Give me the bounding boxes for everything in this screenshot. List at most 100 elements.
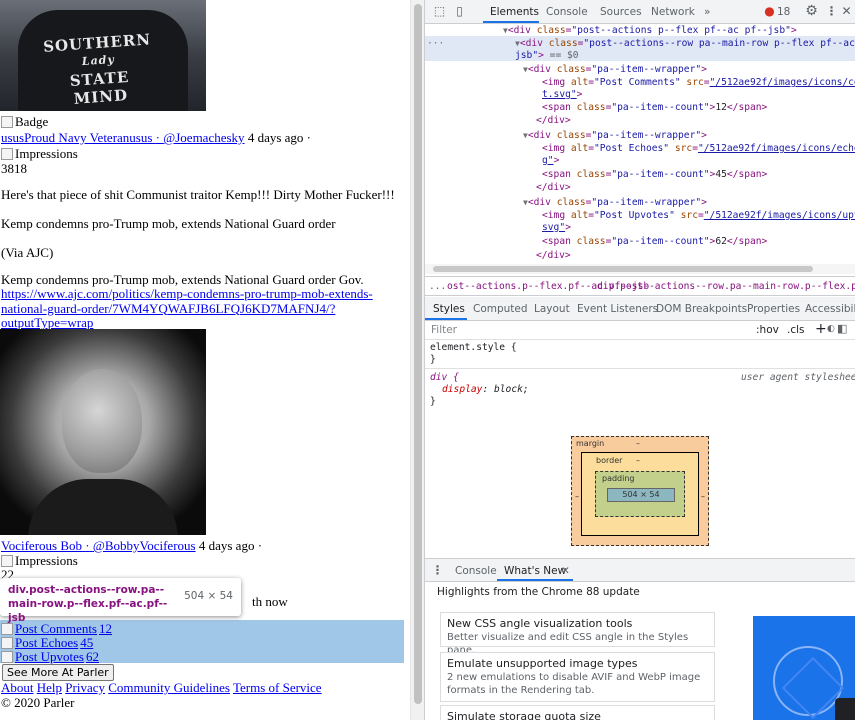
article-link[interactable]: https://www.ajc.com/politics/kemp-condem… xyxy=(1,286,373,331)
post-image-shirt[interactable]: SOUTHERN Lady STATE MIND xyxy=(0,0,206,111)
see-more-button[interactable]: See More At Parler xyxy=(2,664,114,681)
ua-rule-declaration[interactable]: display: block; xyxy=(442,384,529,396)
styles-filter-bar: Filter :hov .cls + ◐ ◧ xyxy=(425,320,855,340)
dom-node-selected[interactable]: ▼<div class="post--actions--row pa--main… xyxy=(515,38,855,50)
dom-item-close-3: </div> xyxy=(536,250,571,261)
webpage-viewport: SOUTHERN Lady STATE MIND Badge ususProud… xyxy=(0,0,410,720)
broken-image-icon xyxy=(1,555,13,567)
portrait-head xyxy=(62,369,142,473)
tab-elements[interactable]: Elements xyxy=(490,6,539,18)
dom-item-wrapper-1[interactable]: ▼<div class="pa--item--wrapper"> xyxy=(523,64,707,76)
dom-item-close-2: </div> xyxy=(536,182,571,193)
breadcrumb-current[interactable]: div.post--actions--row.pa--main-row.p--f… xyxy=(597,281,855,292)
drawer-menu-icon[interactable]: ⋮ xyxy=(431,564,444,577)
dom-item-img-3-cont: svg"> xyxy=(542,222,571,233)
breadcrumb: ... ost--actions.p--flex.pf--ac.pf--jsb … xyxy=(425,276,855,296)
color-format-icon[interactable]: ◐ xyxy=(827,324,835,334)
tab-layout[interactable]: Layout xyxy=(534,303,570,315)
whats-new-panel: Highlights from the Chrome 88 update New… xyxy=(425,582,855,720)
issues-icon[interactable]: ● xyxy=(763,5,776,18)
tooltip-selector: div.post--actions--row.pa--main-row.p--f… xyxy=(8,584,168,624)
dom-selected-dots[interactable]: ··· xyxy=(427,38,444,50)
ua-rule-selector[interactable]: div { xyxy=(430,372,459,384)
devtools-panel: ⬚ ▯ Elements Console Sources Network » ●… xyxy=(424,0,855,720)
styles-subtabbar: Styles Computed Layout Event Listeners D… xyxy=(425,297,855,321)
dom-item-img-3[interactable]: <img alt="Post Upvotes" src="/512ae92f/i… xyxy=(542,210,855,222)
badge-image-broken: Badge xyxy=(1,114,48,130)
tab-computed[interactable]: Computed xyxy=(473,303,528,315)
inspect-element-icon[interactable]: ⬚ xyxy=(433,5,446,18)
echo-icon xyxy=(1,637,13,649)
dom-item-img-2[interactable]: <img alt="Post Echoes" src="/512ae92f/im… xyxy=(542,143,855,155)
dom-scrollbar-thumb[interactable] xyxy=(433,266,813,272)
cls-toggle[interactable]: .cls xyxy=(787,324,805,336)
issues-count[interactable]: 18 xyxy=(777,6,790,18)
dom-item-wrapper-2[interactable]: ▼<div class="pa--item--wrapper"> xyxy=(523,130,707,142)
box-model-right-dash: – xyxy=(701,492,705,501)
tooltip-dimensions: 504 × 54 xyxy=(184,590,233,602)
footer-link-help[interactable]: Help xyxy=(37,680,62,695)
footer-link-privacy[interactable]: Privacy xyxy=(65,680,105,695)
toggle-sidebar-icon[interactable]: ◧ xyxy=(837,322,847,335)
page-scrollbar-thumb[interactable] xyxy=(414,4,422,704)
post-body-text: Here's that piece of shit Communist trai… xyxy=(1,187,395,202)
dom-horizontal-scrollbar[interactable] xyxy=(425,264,855,274)
post-text-partial: th now xyxy=(252,594,288,609)
footer-link-about[interactable]: About xyxy=(1,680,34,695)
tab-console[interactable]: Console xyxy=(546,6,588,18)
element-style-rule[interactable]: element.style { xyxy=(430,342,517,354)
box-model-content[interactable]: 504 × 54 xyxy=(607,488,675,502)
more-options-icon[interactable]: ⋮ xyxy=(825,5,838,18)
tab-styles[interactable]: Styles xyxy=(433,303,465,315)
dom-item-img-1[interactable]: <img alt="Post Comments" src="/512ae92f/… xyxy=(542,77,855,89)
add-rule-icon[interactable]: + xyxy=(815,321,827,337)
dom-item-img-1-cont: t.svg"> xyxy=(542,89,583,100)
action-upvotes[interactable]: Post Upvotes 62 xyxy=(1,649,99,665)
close-icon[interactable]: ✕ xyxy=(840,5,853,18)
hov-toggle[interactable]: :hov xyxy=(756,324,779,336)
news-item[interactable]: New CSS angle visualization tools Better… xyxy=(440,612,715,656)
post-author-line-2: Vociferous Bob · @BobbyVociferous 4 days… xyxy=(1,538,262,554)
news-item[interactable]: Simulate storage quota size xyxy=(440,705,715,720)
tab-dom-breakpoints[interactable]: DOM Breakpoints xyxy=(656,303,747,315)
post-timestamp-2: 4 days ago · xyxy=(198,538,263,553)
dom-item-span-3[interactable]: <span class="pa--item--count">62</span> xyxy=(542,236,767,248)
portrait-body xyxy=(28,479,178,535)
tab-accessibility[interactable]: Accessibility xyxy=(805,303,855,315)
page-scrollbar[interactable] xyxy=(410,0,424,720)
tab-properties[interactable]: Properties xyxy=(747,303,800,315)
author-display-name-link[interactable]: ususProud Navy Veteranusus · @Joemachesk… xyxy=(1,130,245,145)
impressions-count-1: 3818 xyxy=(1,161,27,176)
tab-event-listeners[interactable]: Event Listeners xyxy=(577,303,658,315)
post-author-line-1: ususProud Navy Veteranusus · @Joemachesk… xyxy=(1,130,311,146)
more-tabs-button[interactable]: » xyxy=(704,6,710,18)
close-whats-new-icon[interactable]: ✕ xyxy=(561,565,570,577)
drawer-tab-whats-new[interactable]: What's New xyxy=(504,565,566,577)
via-text: (Via AJC) xyxy=(1,245,54,260)
dom-item-span-1[interactable]: <span class="pa--item--count">12</span> xyxy=(542,102,767,114)
devtools-main-tabbar: ⬚ ▯ Elements Console Sources Network » ●… xyxy=(425,0,855,24)
styles-filter-input[interactable]: Filter xyxy=(431,324,457,336)
whats-new-header: Highlights from the Chrome 88 update xyxy=(437,586,640,598)
footer-links: About Help Privacy Community Guidelines … xyxy=(1,680,322,696)
drawer-tab-console[interactable]: Console xyxy=(455,565,497,577)
dom-item-wrapper-3[interactable]: ▼<div class="pa--item--wrapper"> xyxy=(523,197,707,209)
news-title: Emulate unsupported image types xyxy=(447,657,638,670)
news-item[interactable]: Emulate unsupported image types 2 new em… xyxy=(440,652,715,702)
tab-network[interactable]: Network xyxy=(651,6,695,18)
breadcrumb-more[interactable]: ... xyxy=(429,281,446,292)
settings-gear-icon[interactable]: ⚙ xyxy=(805,4,818,18)
author-2-link[interactable]: Vociferous Bob · @BobbyVociferous xyxy=(1,538,196,553)
device-toolbar-icon[interactable]: ▯ xyxy=(453,5,466,18)
post-timestamp: 4 days ago · xyxy=(247,130,311,145)
dom-item-img-2-cont: g"> xyxy=(542,155,560,166)
footer-link-terms[interactable]: Terms of Service xyxy=(233,680,322,695)
box-model: margin – border – padding 504 × 54 – – xyxy=(425,412,855,547)
broken-image-icon xyxy=(1,116,13,128)
tab-sources[interactable]: Sources xyxy=(600,6,642,18)
dom-item-span-2[interactable]: <span class="pa--item--count">45</span> xyxy=(542,169,767,181)
dom-item-close-1: </div> xyxy=(536,115,571,126)
footer-link-guidelines[interactable]: Community Guidelines xyxy=(108,680,230,695)
news-desc: 2 new emulations to disable AVIF and Web… xyxy=(447,672,701,696)
post-image-portrait[interactable] xyxy=(0,329,206,535)
